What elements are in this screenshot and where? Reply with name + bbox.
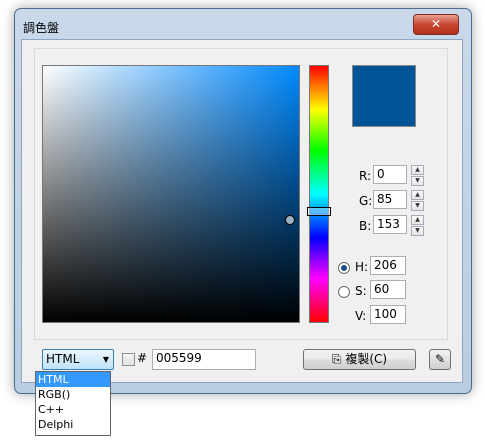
chevron-down-icon: ▼: [102, 355, 109, 364]
format-option-cpp[interactable]: C++: [36, 402, 110, 417]
copy-button-label: 複製(C): [345, 352, 388, 366]
saturation-value-field[interactable]: [42, 65, 300, 323]
window-title: 調色盤: [23, 21, 60, 35]
spin-down-icon[interactable]: ▼: [411, 176, 424, 186]
r-input[interactable]: 0: [373, 165, 407, 184]
g-label: G:: [359, 194, 373, 208]
v-label: V:: [355, 309, 367, 323]
spin-up-icon[interactable]: ▲: [411, 215, 424, 225]
dialog-client-area: R: 0 ▲ ▼ G: 85 ▲ ▼ B: 153 ▲ ▼ H: 206 S: …: [21, 39, 463, 383]
eyedropper-button[interactable]: ✎: [429, 349, 451, 370]
spin-down-icon[interactable]: ▼: [411, 226, 424, 236]
format-select[interactable]: HTML ▼: [42, 349, 114, 370]
hex-checkbox[interactable]: [122, 353, 135, 366]
format-dropdown-list[interactable]: HTML RGB() C++ Delphi: [35, 371, 111, 436]
color-preview-swatch: [352, 65, 416, 127]
format-selected-value: HTML: [46, 352, 80, 366]
r-spinner[interactable]: ▲ ▼: [411, 165, 424, 186]
b-input[interactable]: 153: [373, 215, 407, 234]
sv-cursor[interactable]: [285, 215, 295, 225]
copy-icon: ⎘: [331, 352, 342, 366]
g-input[interactable]: 85: [373, 190, 407, 209]
spin-down-icon[interactable]: ▼: [411, 201, 424, 211]
b-spinner[interactable]: ▲ ▼: [411, 215, 424, 236]
format-option-delphi[interactable]: Delphi: [36, 417, 110, 432]
b-label: B:: [359, 219, 372, 233]
format-option-rgb[interactable]: RGB(): [36, 387, 110, 402]
s-input[interactable]: 60: [370, 280, 406, 299]
close-button[interactable]: ✕: [413, 14, 459, 35]
h-input[interactable]: 206: [370, 256, 406, 275]
s-label: S:: [355, 284, 367, 298]
copy-button[interactable]: ⎘ 複製(C): [303, 349, 416, 370]
hue-slider[interactable]: [309, 65, 329, 323]
v-input[interactable]: 100: [370, 305, 406, 324]
hue-radio[interactable]: [338, 262, 350, 274]
hue-slider-handle[interactable]: [307, 207, 331, 216]
spin-up-icon[interactable]: ▲: [411, 165, 424, 175]
color-palette-window: 調色盤 ✕ R: 0 ▲ ▼ G: 85 ▲ ▼ B: 153 ▲ ▼ H: 2…: [14, 8, 472, 394]
spin-up-icon[interactable]: ▲: [411, 190, 424, 200]
g-spinner[interactable]: ▲ ▼: [411, 190, 424, 211]
h-label: H:: [355, 260, 369, 274]
format-option-html[interactable]: HTML: [36, 372, 110, 387]
r-label: R:: [359, 169, 372, 183]
saturation-radio[interactable]: [338, 286, 350, 298]
hex-prefix-label: #: [137, 351, 148, 365]
hex-input[interactable]: 005599: [152, 349, 256, 370]
eyedropper-icon: ✎: [434, 352, 446, 366]
